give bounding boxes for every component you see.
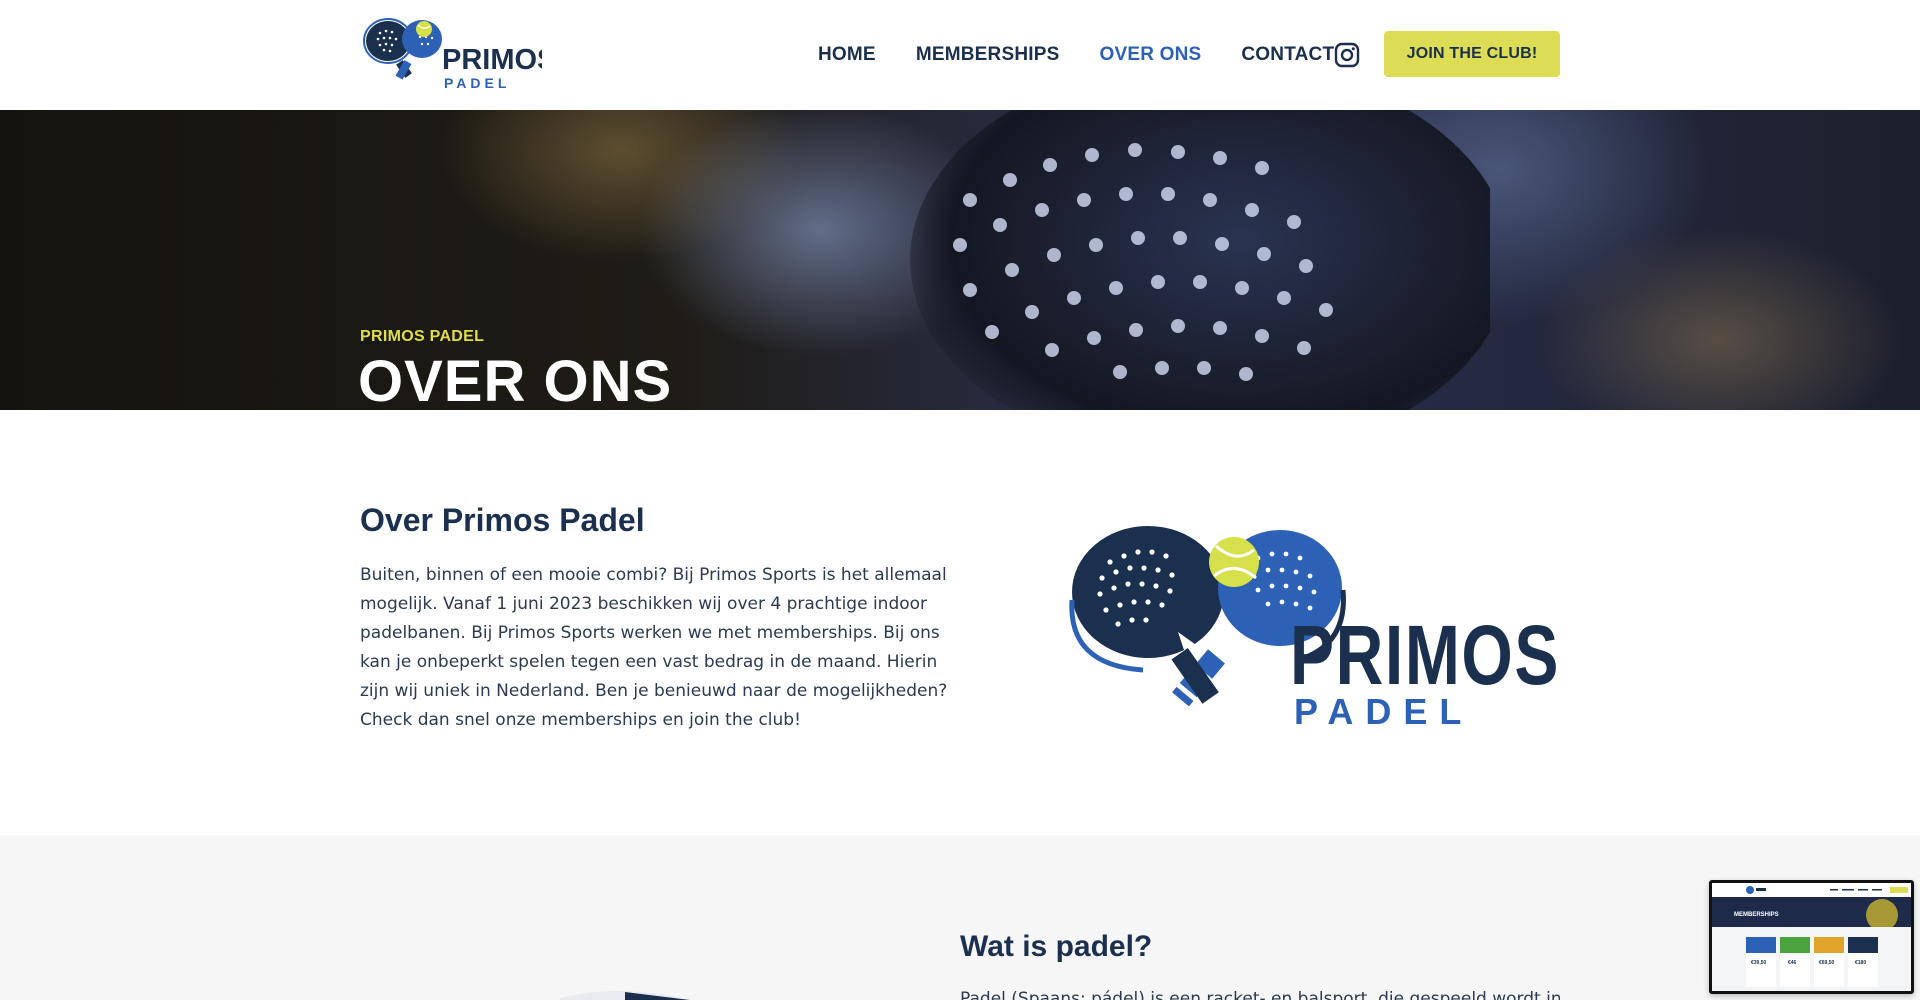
about-text: Buiten, binnen of een mooie combi? Bij P…	[360, 565, 948, 730]
hero-banner: PRIMOS PADEL OVER ONS	[0, 110, 1920, 410]
padel-rackets-logo-large-icon: PRIMOS PADEL	[1069, 526, 1560, 726]
hero-kicker: PRIMOS PADEL	[360, 328, 485, 345]
about-heading: Over Primos Padel	[360, 502, 645, 538]
page-preview-thumbnail[interactable]: MEMBERSHIPS €39,50 €46 €69,50 €180	[1709, 880, 1914, 994]
instagram-icon	[1334, 42, 1360, 68]
padel-heading: Wat is padel?	[960, 930, 1153, 963]
logo-large-sub-text: PADEL	[1294, 691, 1473, 726]
logo-large-name-text: PRIMOS	[1290, 608, 1560, 702]
logo-name-text: PRIMOS	[442, 44, 542, 76]
padel-text: Padel (Spaans: pádel) is een racket- en …	[960, 989, 1560, 1000]
preview-price-3: €69,50	[1819, 960, 1835, 966]
nav-item-over-ons[interactable]: OVER ONS	[1099, 44, 1201, 66]
join-the-club-button[interactable]: JOIN THE CLUB!	[1384, 31, 1560, 77]
nav-item-memberships[interactable]: MEMBERSHIPS	[916, 44, 1060, 66]
primos-padel-logo-large: PRIMOS PADEL	[1058, 520, 1562, 726]
hero-racket-image	[870, 110, 1490, 410]
nav-item-contact[interactable]: CONTACT	[1241, 44, 1334, 66]
page-title: OVER ONS	[358, 349, 673, 410]
logo-sub-text: PADEL	[444, 75, 510, 91]
site-header: PRIMOS PADEL HOME MEMBERSHIPS OVER ONS C…	[0, 0, 1920, 110]
primos-padel-logo[interactable]: PRIMOS PADEL	[360, 17, 542, 92]
padel-rackets-logo-icon: PRIMOS PADEL	[363, 18, 542, 91]
nav-item-home[interactable]: HOME	[818, 44, 876, 66]
main-nav: HOME MEMBERSHIPS OVER ONS CONTACT	[800, 0, 1334, 110]
preview-price-4: €180	[1855, 960, 1866, 966]
wat-is-padel-section	[0, 835, 1920, 1000]
padel-image-peek	[540, 988, 700, 1000]
preview-price-1: €39,50	[1751, 960, 1767, 966]
preview-title: MEMBERSHIPS	[1734, 912, 1779, 918]
preview-price-2: €46	[1788, 960, 1797, 966]
instagram-link[interactable]	[1334, 42, 1360, 68]
